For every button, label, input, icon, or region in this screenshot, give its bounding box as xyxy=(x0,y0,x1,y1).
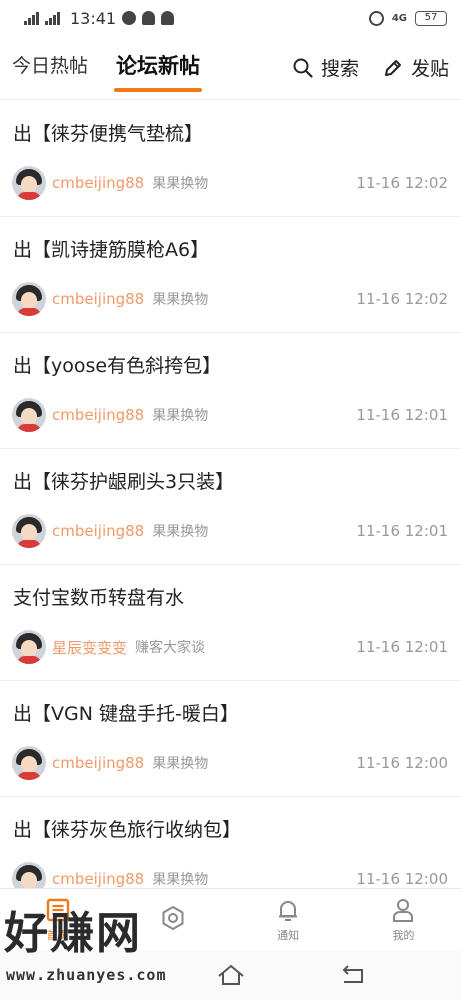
nav-notifications[interactable]: 通知 xyxy=(231,889,346,950)
status-bar: 13:41 4G 57 xyxy=(0,0,461,36)
post-meta: cmbeijing88 果果换物 11-16 12:02 xyxy=(12,165,448,201)
post-forum[interactable]: 果果换物 xyxy=(152,289,208,309)
list-item[interactable]: 出【凯诗捷筋膜枪A6】 cmbeijing88 果果换物 11-16 12:02 xyxy=(0,217,461,333)
post-author[interactable]: cmbeijing88 xyxy=(52,406,144,424)
post-author[interactable]: cmbeijing88 xyxy=(52,522,144,540)
nav-profile[interactable]: 我的 xyxy=(346,889,461,950)
avatar[interactable] xyxy=(12,282,46,316)
search-icon xyxy=(293,58,313,78)
post-meta: 星辰变变变 赚客大家谈 11-16 12:01 xyxy=(12,629,448,665)
avatar[interactable] xyxy=(12,630,46,664)
search-button[interactable]: 搜索 xyxy=(293,54,359,81)
post-forum[interactable]: 果果换物 xyxy=(152,405,208,425)
header-actions: 搜索 发贴 xyxy=(293,54,449,81)
list-item[interactable]: 支付宝数币转盘有水 星辰变变变 赚客大家谈 11-16 12:01 xyxy=(0,565,461,681)
list-item[interactable]: 出【徕芬灰色旅行收纳包】 cmbeijing88 果果换物 11-16 12:0… xyxy=(0,797,461,888)
new-post-button[interactable]: 发贴 xyxy=(383,54,449,81)
qq-icon xyxy=(142,11,156,25)
list-item[interactable]: 出【yoose有色斜挎包】 cmbeijing88 果果换物 11-16 12:… xyxy=(0,333,461,449)
forum-gear-icon xyxy=(162,905,184,930)
new-post-label: 发贴 xyxy=(410,58,449,80)
post-time: 11-16 12:02 xyxy=(356,290,448,308)
network-type: 4G xyxy=(391,12,407,24)
post-forum[interactable]: 果果换物 xyxy=(152,869,208,888)
post-time: 11-16 12:00 xyxy=(356,870,448,888)
user-icon xyxy=(393,898,414,922)
post-meta: cmbeijing88 果果换物 11-16 12:00 xyxy=(12,861,448,888)
post-title[interactable]: 出【VGN 键盘手托-暖白】 xyxy=(13,701,448,727)
post-author[interactable]: cmbeijing88 xyxy=(52,174,144,192)
post-time: 11-16 12:00 xyxy=(356,754,448,772)
nav-notifications-label: 通知 xyxy=(277,928,300,942)
post-meta: cmbeijing88 果果换物 11-16 12:00 xyxy=(12,745,448,781)
tab-new-posts[interactable]: 论坛新帖 xyxy=(114,44,203,92)
post-title[interactable]: 出【徕芬护龈刷头3只装】 xyxy=(13,469,448,495)
watermark-url: www.zhuanyes.com xyxy=(6,966,167,984)
avatar[interactable] xyxy=(12,862,46,888)
home-button-icon[interactable] xyxy=(216,960,246,990)
search-label: 搜索 xyxy=(320,58,359,80)
post-forum[interactable]: 果果换物 xyxy=(152,173,208,193)
post-time: 11-16 12:02 xyxy=(356,174,448,192)
nav-profile-label: 我的 xyxy=(392,928,415,942)
alarm-icon xyxy=(368,10,384,26)
battery-icon: 57 xyxy=(415,10,447,26)
post-meta: cmbeijing88 果果换物 11-16 12:02 xyxy=(12,281,448,317)
post-time: 11-16 12:01 xyxy=(356,406,448,424)
status-time: 13:41 xyxy=(70,8,117,28)
avatar[interactable] xyxy=(12,398,46,432)
post-forum[interactable]: 果果换物 xyxy=(152,521,208,541)
post-title[interactable]: 出【徕芬便携气垫梳】 xyxy=(13,121,448,147)
post-time: 11-16 12:01 xyxy=(356,638,448,656)
top-header: 今日热帖 论坛新帖 搜索 发贴 xyxy=(0,36,461,100)
post-author[interactable]: cmbeijing88 xyxy=(52,290,144,308)
signal-icon-sim2 xyxy=(45,11,60,25)
status-right: 4G 57 xyxy=(368,10,447,26)
back-button-icon[interactable] xyxy=(338,960,368,990)
post-author[interactable]: cmbeijing88 xyxy=(52,754,144,772)
post-meta: cmbeijing88 果果换物 11-16 12:01 xyxy=(12,397,448,433)
post-title[interactable]: 出【徕芬灰色旅行收纳包】 xyxy=(13,817,448,843)
post-author[interactable]: 星辰变变变 xyxy=(52,637,127,658)
watermark-brand: 好赚网 xyxy=(4,908,142,959)
post-title[interactable]: 支付宝数币转盘有水 xyxy=(13,585,448,611)
post-meta: cmbeijing88 果果换物 11-16 12:01 xyxy=(12,513,448,549)
post-forum[interactable]: 果果换物 xyxy=(152,753,208,773)
status-left: 13:41 xyxy=(24,8,175,28)
list-item[interactable]: 出【徕芬便携气垫梳】 cmbeijing88 果果换物 11-16 12:02 xyxy=(0,101,461,217)
pencil-icon xyxy=(384,59,401,76)
avatar[interactable] xyxy=(12,514,46,548)
post-time: 11-16 12:01 xyxy=(356,522,448,540)
post-title[interactable]: 出【凯诗捷筋膜枪A6】 xyxy=(13,237,448,263)
avatar[interactable] xyxy=(12,746,46,780)
notification-icon xyxy=(122,11,137,25)
post-author[interactable]: cmbeijing88 xyxy=(52,870,144,888)
tab-hot-today[interactable]: 今日热帖 xyxy=(12,44,88,92)
bell-icon xyxy=(279,900,298,921)
avatar[interactable] xyxy=(12,166,46,200)
post-forum[interactable]: 赚客大家谈 xyxy=(135,637,205,657)
list-item[interactable]: 出【VGN 键盘手托-暖白】 cmbeijing88 果果换物 11-16 12… xyxy=(0,681,461,797)
list-item[interactable]: 出【徕芬护龈刷头3只装】 cmbeijing88 果果换物 11-16 12:0… xyxy=(0,449,461,565)
signal-icon-sim1 xyxy=(24,11,39,25)
qq-icon-2 xyxy=(161,11,175,25)
post-title[interactable]: 出【yoose有色斜挎包】 xyxy=(13,353,448,379)
post-feed[interactable]: 出【徕芬便携气垫梳】 cmbeijing88 果果换物 11-16 12:02 … xyxy=(0,101,461,888)
